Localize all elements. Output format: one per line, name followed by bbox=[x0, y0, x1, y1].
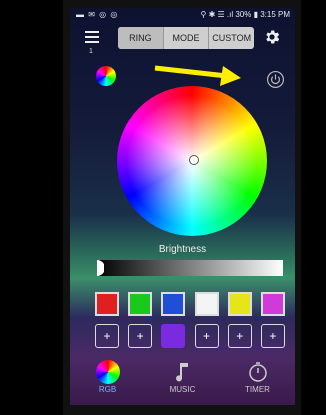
phone-frame: ▬ ✉ ◎ ◎ ⚲ ✱ ☰ .ıl 30% ▮ 3:15 PM 1 RING M… bbox=[63, 0, 301, 415]
annotation-arrow-icon bbox=[154, 65, 241, 86]
brightness-slider[interactable] bbox=[97, 260, 283, 276]
gear-icon[interactable] bbox=[263, 28, 281, 46]
custom-color-slot[interactable] bbox=[161, 324, 186, 348]
nav-music[interactable]: MUSIC bbox=[153, 360, 213, 405]
rgb-wheel-icon bbox=[95, 360, 120, 384]
swatch-green[interactable] bbox=[128, 292, 153, 316]
nav-music-label: MUSIC bbox=[169, 385, 196, 394]
swatch-red[interactable] bbox=[95, 292, 119, 316]
add-color-button[interactable]: + bbox=[227, 324, 252, 348]
brightness-label: Brightness bbox=[158, 244, 207, 255]
swatch-magenta[interactable] bbox=[260, 292, 285, 316]
timer-icon bbox=[248, 362, 267, 382]
status-bar: ▬ ✉ ◎ ◎ ⚲ ✱ ☰ .ıl 30% ▮ 3:15 PM bbox=[70, 8, 295, 22]
custom-color-slots: + + + + + bbox=[95, 324, 285, 348]
status-right-info: ⚲ ✱ ☰ .ıl 30% ▮ 3:15 PM bbox=[200, 10, 291, 19]
music-note-icon bbox=[175, 363, 188, 382]
bottom-navigation: RGB MUSIC TIMER bbox=[70, 360, 295, 405]
menu-icon[interactable] bbox=[85, 31, 99, 45]
color-picker-icon[interactable] bbox=[96, 66, 116, 86]
color-swatches bbox=[95, 292, 285, 316]
mode-tabs: RING MODE CUSTOM bbox=[118, 27, 254, 49]
add-color-button[interactable]: + bbox=[128, 324, 153, 348]
app-screen: ▬ ✉ ◎ ◎ ⚲ ✱ ☰ .ıl 30% ▮ 3:15 PM 1 RING M… bbox=[70, 8, 295, 405]
tab-custom[interactable]: CUSTOM bbox=[209, 27, 254, 49]
swatch-white[interactable] bbox=[194, 292, 219, 316]
brightness-slider-thumb[interactable] bbox=[97, 260, 104, 276]
swatch-blue[interactable] bbox=[161, 292, 186, 316]
color-wheel-handle[interactable] bbox=[189, 155, 199, 165]
tab-mode[interactable]: MODE bbox=[164, 27, 210, 49]
add-color-button[interactable]: + bbox=[260, 324, 285, 348]
swatch-yellow[interactable] bbox=[227, 292, 252, 316]
status-left-icons: ▬ ✉ ◎ ◎ bbox=[76, 10, 119, 19]
tab-ring[interactable]: RING bbox=[118, 27, 164, 49]
power-icon[interactable] bbox=[266, 70, 285, 89]
nav-timer-label: TIMER bbox=[245, 385, 270, 394]
nav-rgb[interactable]: RGB bbox=[78, 360, 138, 405]
add-color-button[interactable]: + bbox=[95, 324, 119, 348]
menu-badge: 1 bbox=[89, 48, 93, 55]
add-color-button[interactable]: + bbox=[194, 324, 219, 348]
nav-timer[interactable]: TIMER bbox=[228, 360, 288, 405]
nav-rgb-label: RGB bbox=[98, 385, 117, 394]
